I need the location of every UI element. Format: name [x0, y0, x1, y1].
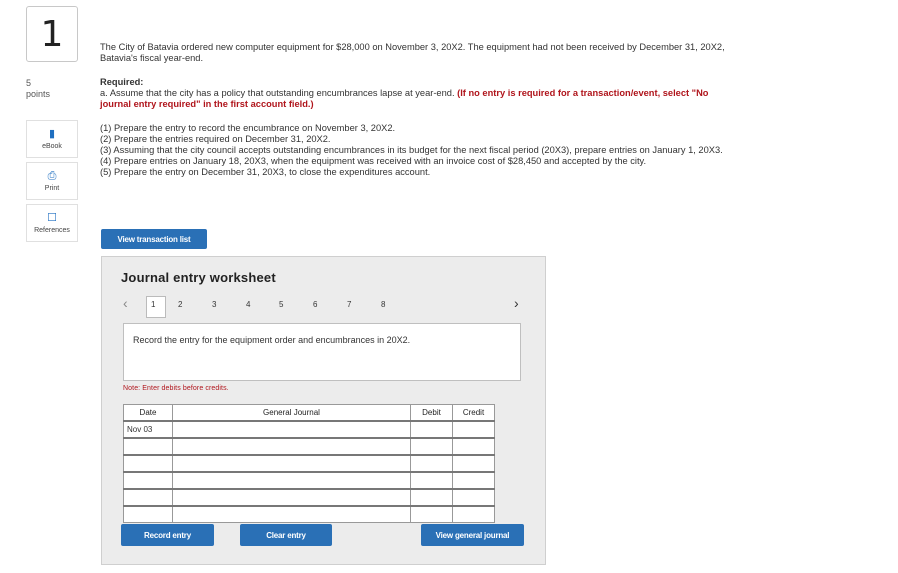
credit-field[interactable] — [452, 505, 495, 523]
points-value: 5 — [26, 78, 32, 88]
question-number: 1 — [26, 6, 78, 62]
col-journal-header: General Journal — [172, 404, 411, 422]
view-transaction-list-button[interactable]: View transaction list — [101, 229, 207, 249]
page-link-8[interactable]: 8 — [381, 300, 385, 309]
step-3: (3) Assuming that the city council accep… — [100, 145, 723, 155]
current-page-box — [146, 296, 166, 318]
step-2: (2) Prepare the entries required on Dece… — [100, 134, 331, 144]
print-button[interactable]: ⎙ Print — [26, 162, 78, 200]
credit-field[interactable] — [452, 471, 495, 490]
table-row — [123, 471, 495, 490]
part-a: a. Assume that the city has a policy tha… — [100, 88, 740, 110]
page-link-2[interactable]: 2 — [178, 300, 182, 309]
required-heading: Required: — [100, 77, 144, 87]
table-row — [123, 454, 495, 473]
part-a-text: a. Assume that the city has a policy tha… — [100, 88, 455, 98]
date-cell: Nov 03 — [123, 420, 173, 439]
debit-credit-note: Note: Enter debits before credits. — [123, 385, 229, 392]
references-button[interactable]: ☐ References — [26, 204, 78, 242]
credit-field[interactable] — [452, 420, 495, 439]
account-field[interactable] — [172, 437, 411, 456]
step-1: (1) Prepare the entry to record the encu… — [100, 123, 396, 133]
points-label: points — [26, 89, 51, 99]
ebook-label: eBook — [42, 142, 62, 150]
col-credit-header: Credit — [452, 404, 495, 422]
page-link-7[interactable]: 7 — [347, 300, 351, 309]
page-link-6[interactable]: 6 — [313, 300, 317, 309]
account-field[interactable] — [172, 488, 411, 507]
debit-field[interactable] — [410, 437, 453, 456]
steps-list: (1) Prepare the entry to record the encu… — [100, 123, 740, 178]
page-link-1[interactable]: 1 — [151, 300, 155, 309]
book-icon: ▮ — [48, 127, 56, 140]
date-cell — [123, 471, 173, 490]
document-icon: ☐ — [47, 211, 57, 224]
credit-field[interactable] — [452, 437, 495, 456]
page-link-4[interactable]: 4 — [246, 300, 250, 309]
worksheet-title: Journal entry worksheet — [121, 270, 276, 285]
print-label: Print — [44, 184, 60, 192]
date-cell — [123, 488, 173, 507]
step-4: (4) Prepare entries on January 18, 20X3,… — [100, 156, 647, 166]
account-field[interactable] — [172, 420, 411, 439]
debit-field[interactable] — [410, 488, 453, 507]
debit-field[interactable] — [410, 420, 453, 439]
debit-field[interactable] — [410, 505, 453, 523]
view-general-journal-button[interactable]: View general journal — [421, 524, 524, 546]
account-field[interactable] — [172, 454, 411, 473]
problem-text: The City of Batavia ordered new computer… — [100, 42, 725, 63]
col-date-header: Date — [123, 404, 173, 422]
account-field[interactable] — [172, 505, 411, 523]
date-cell — [123, 437, 173, 456]
ebook-button[interactable]: ▮ eBook — [26, 120, 78, 158]
printer-icon: ⎙ — [47, 169, 57, 182]
step-5: (5) Prepare the entry on December 31, 20… — [100, 167, 431, 177]
account-field[interactable] — [172, 471, 411, 490]
table-row — [123, 505, 495, 523]
journal-table: Date General Journal Debit Credit Nov 03 — [123, 404, 495, 523]
problem-statement: The City of Batavia ordered new computer… — [100, 42, 740, 178]
points-indicator: 5 points — [26, 78, 50, 100]
clear-entry-button[interactable]: Clear entry — [240, 524, 332, 546]
references-label: References — [34, 226, 70, 234]
table-row — [123, 437, 495, 456]
credit-field[interactable] — [452, 454, 495, 473]
chevron-left-icon[interactable]: ‹ — [123, 295, 128, 311]
credit-field[interactable] — [452, 488, 495, 507]
col-debit-header: Debit — [410, 404, 453, 422]
date-cell — [123, 505, 173, 523]
debit-field[interactable] — [410, 454, 453, 473]
instruction-box: Record the entry for the equipment order… — [123, 323, 521, 381]
table-row — [123, 488, 495, 507]
page-link-5[interactable]: 5 — [279, 300, 283, 309]
date-cell — [123, 454, 173, 473]
chevron-right-icon[interactable]: › — [514, 295, 519, 311]
table-row: Nov 03 — [123, 420, 495, 439]
page-link-3[interactable]: 3 — [212, 300, 216, 309]
instruction-text: Record the entry for the equipment order… — [133, 335, 411, 345]
debit-field[interactable] — [410, 471, 453, 490]
journal-worksheet-panel: Journal entry worksheet ‹ 1 2 3 4 5 6 7 … — [101, 256, 546, 565]
record-entry-button[interactable]: Record entry — [121, 524, 214, 546]
